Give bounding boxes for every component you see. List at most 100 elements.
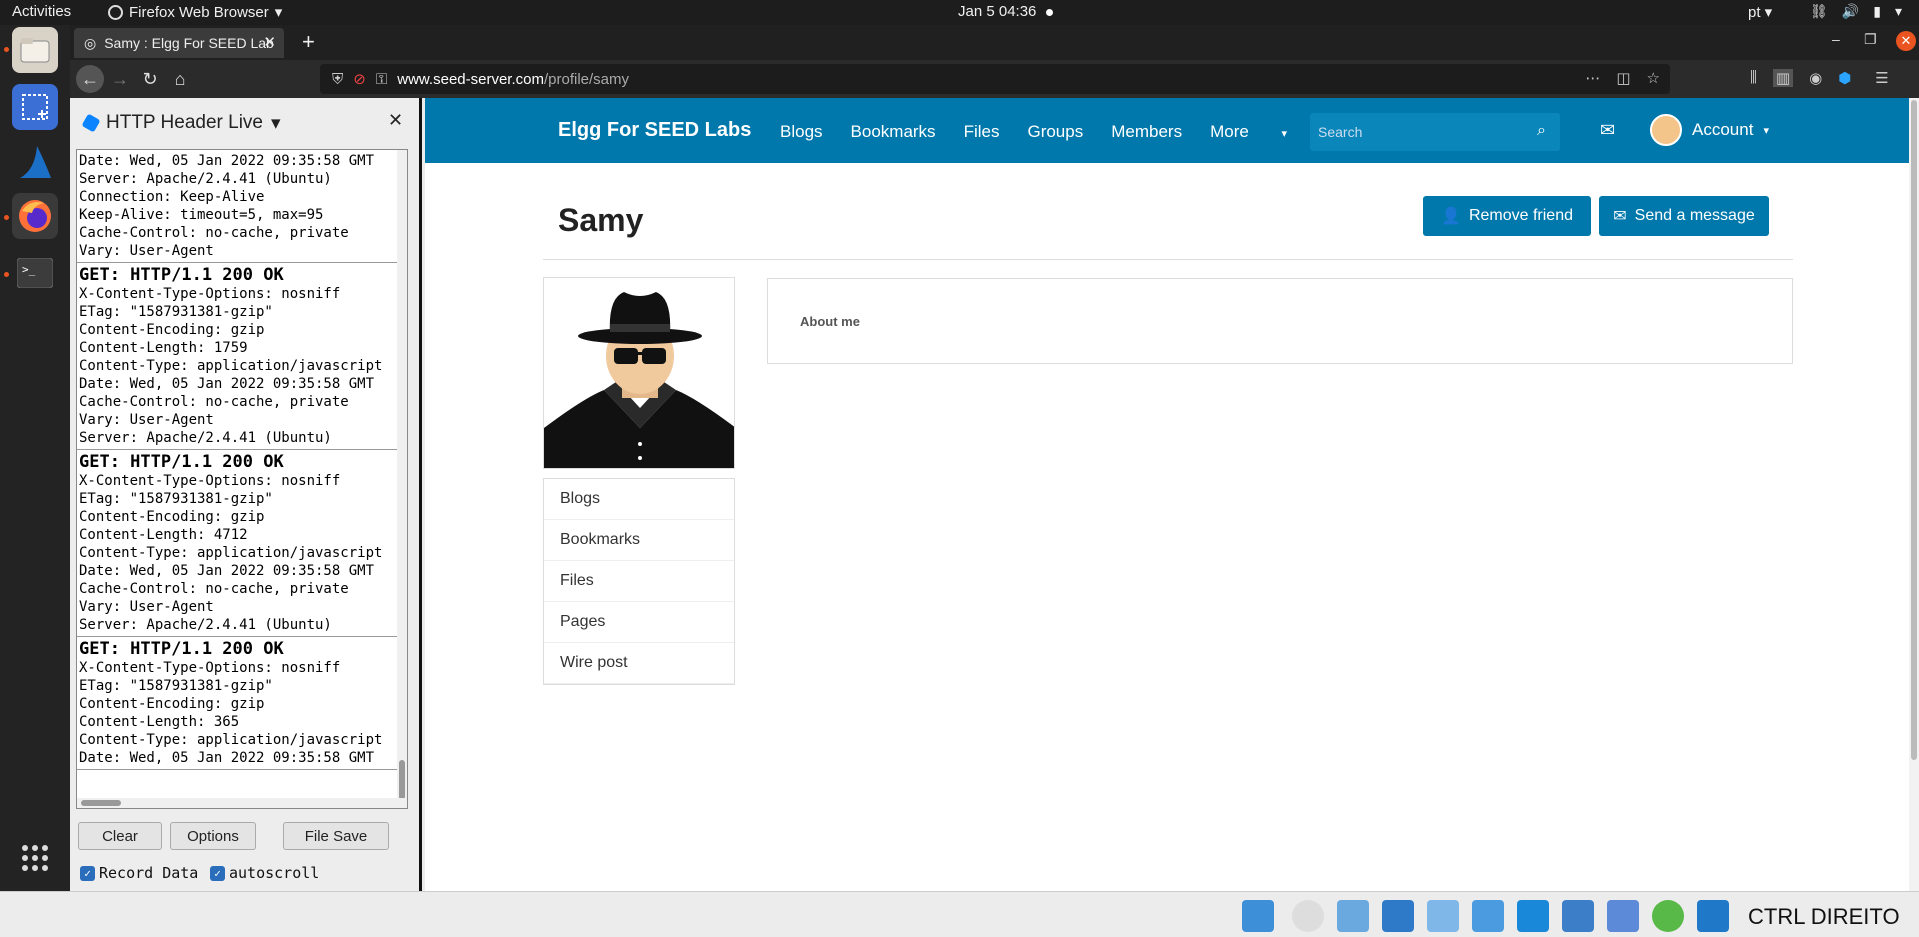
- system-tray[interactable]: ⛓ 🔊 ▮ ▾: [1810, 3, 1902, 20]
- owner-menu-wire-post[interactable]: Wire post: [544, 643, 734, 684]
- apps-grid-icon[interactable]: [12, 835, 58, 881]
- horizontal-scrollbar[interactable]: [77, 798, 407, 808]
- clock-text: Jan 5 04:36: [958, 3, 1037, 20]
- wireshark-icon[interactable]: [12, 139, 58, 185]
- volume-icon: 🔊: [1841, 3, 1860, 19]
- menu-item-blogs[interactable]: Blogs: [780, 122, 823, 142]
- search-input[interactable]: Search ⌕: [1310, 113, 1560, 151]
- url-path: /profile/samy: [543, 70, 630, 88]
- menu-item-files[interactable]: Files: [964, 122, 1000, 142]
- search-placeholder: Search: [1318, 124, 1363, 140]
- minimize-icon[interactable]: –: [1832, 31, 1840, 47]
- elgg-topbar: Elgg For SEED Labs Blogs Bookmarks Files…: [425, 98, 1909, 163]
- remove-friend-label: Remove friend: [1468, 207, 1573, 224]
- app-menu[interactable]: Firefox Web Browser ▾: [108, 3, 282, 21]
- record-data-checkbox[interactable]: ✓ Record Data: [80, 864, 198, 882]
- library-icon[interactable]: ⫼: [1750, 69, 1757, 87]
- restore-icon[interactable]: ❐: [1864, 31, 1877, 48]
- log-entry-status: GET: HTTP/1.1 200 OK: [79, 639, 284, 659]
- menu-item-more[interactable]: More ▾: [1210, 122, 1315, 142]
- about-me-label: About me: [800, 314, 860, 329]
- usb-icon[interactable]: [1427, 900, 1459, 932]
- options-button[interactable]: Options: [170, 822, 256, 850]
- menu-item-members[interactable]: Members: [1111, 122, 1182, 142]
- optical-drive-icon[interactable]: [1292, 900, 1324, 932]
- hamburger-menu-icon[interactable]: ☰: [1875, 69, 1888, 87]
- host-key-label: CTRL DIREITO: [1748, 904, 1900, 929]
- site-brand[interactable]: Elgg For SEED Labs: [558, 119, 751, 142]
- owner-menu-files[interactable]: Files: [544, 561, 734, 602]
- url-bar[interactable]: ⛨ ⊘ ⚿ www.seed-server.com/profile/samy ⋯…: [320, 64, 1670, 94]
- scroll-thumb[interactable]: [1911, 100, 1917, 760]
- input-language[interactable]: pt ▾: [1748, 3, 1772, 21]
- page-actions-icon[interactable]: ⋯: [1585, 69, 1600, 87]
- sidebar-header[interactable]: HTTP Header Live ▾ ✕: [70, 98, 419, 148]
- vm-status-bar: CTRL DIREITO: [0, 891, 1919, 937]
- reload-button[interactable]: ↻: [136, 65, 164, 93]
- tab-profile-samy[interactable]: ◎ Samy : Elgg For SEED Lab ✕: [74, 28, 284, 58]
- owner-menu-blogs[interactable]: Blogs: [544, 479, 734, 520]
- header-log[interactable]: Date: Wed, 05 Jan 2022 09:35:58 GMT Serv…: [76, 149, 408, 809]
- shared-folders-icon[interactable]: [1472, 900, 1504, 932]
- menu-more-label: More: [1210, 122, 1249, 141]
- scroll-thumb[interactable]: [81, 800, 121, 806]
- activities-button[interactable]: Activities: [12, 3, 71, 20]
- page-scrollbar[interactable]: [1909, 98, 1919, 891]
- files-icon[interactable]: [12, 27, 58, 73]
- messages-icon[interactable]: ✉: [1600, 120, 1615, 141]
- clock[interactable]: Jan 5 04:36: [958, 3, 1054, 20]
- owner-menu-bookmarks[interactable]: Bookmarks: [544, 520, 734, 561]
- notification-dot-icon: [1046, 8, 1054, 16]
- home-button[interactable]: ⌂: [166, 65, 194, 93]
- menu-item-bookmarks[interactable]: Bookmarks: [851, 122, 936, 142]
- shield-icon[interactable]: ⛨: [332, 71, 343, 88]
- forward-button[interactable]: →: [106, 65, 134, 93]
- firefox-icon[interactable]: [12, 193, 58, 239]
- scroll-thumb[interactable]: [399, 760, 405, 800]
- network-adapter-icon[interactable]: [1382, 900, 1414, 932]
- search-icon[interactable]: ⌕: [1537, 122, 1546, 140]
- log-entry: GET: HTTP/1.1 200 OK X-Content-Type-Optio…: [77, 637, 407, 770]
- mouse-integration-icon[interactable]: [1652, 900, 1684, 932]
- vertical-scrollbar[interactable]: [397, 150, 407, 808]
- menu-item-groups[interactable]: Groups: [1027, 122, 1083, 142]
- page-title: Samy: [558, 202, 644, 238]
- sidebar-toggle-icon[interactable]: ▥: [1772, 69, 1794, 87]
- file-save-button[interactable]: File Save: [283, 822, 389, 850]
- profile-avatar[interactable]: [543, 277, 735, 469]
- account-menu[interactable]: Account ▾: [1650, 114, 1769, 146]
- web-page: Elgg For SEED Labs Blogs Bookmarks Files…: [425, 98, 1919, 891]
- bookmark-star-icon[interactable]: ☆: [1647, 69, 1660, 87]
- account-icon[interactable]: ◉: [1809, 69, 1822, 87]
- close-window-icon[interactable]: ✕: [1896, 31, 1916, 51]
- owner-menu-pages[interactable]: Pages: [544, 602, 734, 643]
- screenshot-icon[interactable]: [12, 84, 58, 130]
- display-icon[interactable]: [1517, 900, 1549, 932]
- audio-icon[interactable]: [1337, 900, 1369, 932]
- chevron-down-icon: ▾: [1894, 3, 1902, 19]
- keyboard-capture-icon[interactable]: [1697, 900, 1729, 932]
- new-tab-button[interactable]: +: [302, 29, 315, 55]
- clear-button[interactable]: Clear: [78, 822, 162, 850]
- remove-friend-button[interactable]: 👤 Remove friend: [1423, 196, 1591, 236]
- video-capture-icon[interactable]: [1562, 900, 1594, 932]
- log-entry: GET: HTTP/1.1 200 OK X-Content-Type-Optio…: [77, 263, 407, 450]
- send-message-button[interactable]: ✉ Send a message: [1599, 196, 1769, 236]
- virtualization-icon[interactable]: [1607, 900, 1639, 932]
- back-button[interactable]: ←: [76, 65, 104, 93]
- lock-insecure-icon[interactable]: ⊘: [353, 70, 366, 88]
- pocket-icon[interactable]: ◫: [1616, 69, 1630, 87]
- log-entry-lines: X-Content-Type-Options: nosniff ETag: "1…: [79, 473, 383, 633]
- hard-disk-icon[interactable]: [1242, 900, 1274, 932]
- lang-text: pt: [1748, 4, 1761, 21]
- sidebar-title: HTTP Header Live: [106, 112, 263, 133]
- http-header-live-icon: [81, 113, 101, 133]
- extension-icon[interactable]: ⬢: [1838, 69, 1851, 87]
- chevron-down-icon: ▾: [1763, 124, 1769, 137]
- autoscroll-checkbox[interactable]: ✓ autoscroll: [210, 864, 319, 882]
- terminal-icon[interactable]: >_: [12, 250, 58, 296]
- close-tab-icon[interactable]: ✕: [263, 33, 276, 51]
- avatar: [1650, 114, 1682, 146]
- log-entry: Date: Wed, 05 Jan 2022 09:35:58 GMT Serv…: [77, 150, 407, 263]
- close-sidebar-icon[interactable]: ✕: [388, 110, 403, 131]
